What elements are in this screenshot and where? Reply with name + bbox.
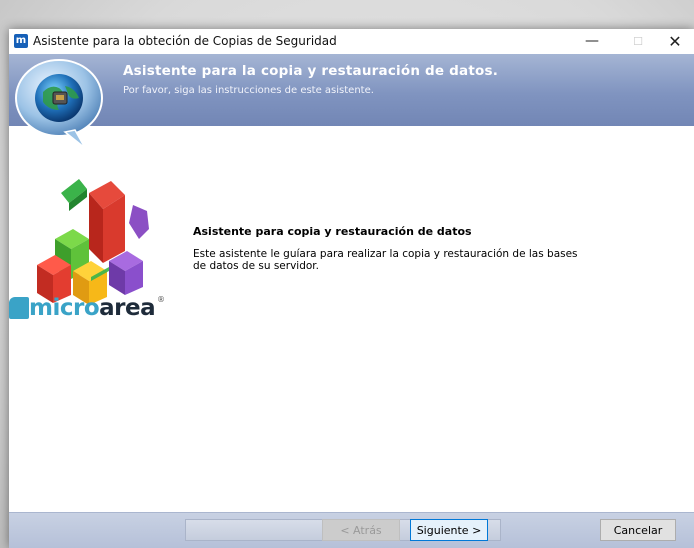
minimize-button[interactable]: — — [569, 29, 615, 54]
microarea-logo-mark-icon — [9, 297, 29, 319]
bottom-button-bar: < Atrás Siguiente > Cancelar — [9, 512, 694, 548]
cancel-button[interactable]: Cancelar — [600, 519, 676, 541]
banner-title: Asistente para la copia y restauración d… — [123, 63, 499, 79]
wizard-window: m Asistente para la obteción de Copias d… — [9, 29, 694, 548]
microarea-logo: microarea ® — [9, 291, 167, 325]
content-description: Este asistente le guíara para realizar l… — [193, 248, 578, 272]
title-bar: m Asistente para la obteción de Copias d… — [9, 29, 694, 55]
globe-network-bubble-icon — [15, 59, 103, 148]
next-button[interactable]: Siguiente > — [410, 519, 488, 541]
window-title: Asistente para la obteción de Copias de … — [33, 34, 337, 48]
header-banner: Asistente para la copia y restauración d… — [9, 54, 694, 148]
banner-subtitle: Por favor, siga las instrucciones de est… — [123, 85, 374, 96]
close-button[interactable]: ✕ — [652, 29, 694, 54]
back-button[interactable]: < Atrás — [322, 519, 400, 541]
app-icon: m — [14, 34, 28, 48]
content-heading: Asistente para copia y restauración de d… — [193, 225, 472, 238]
